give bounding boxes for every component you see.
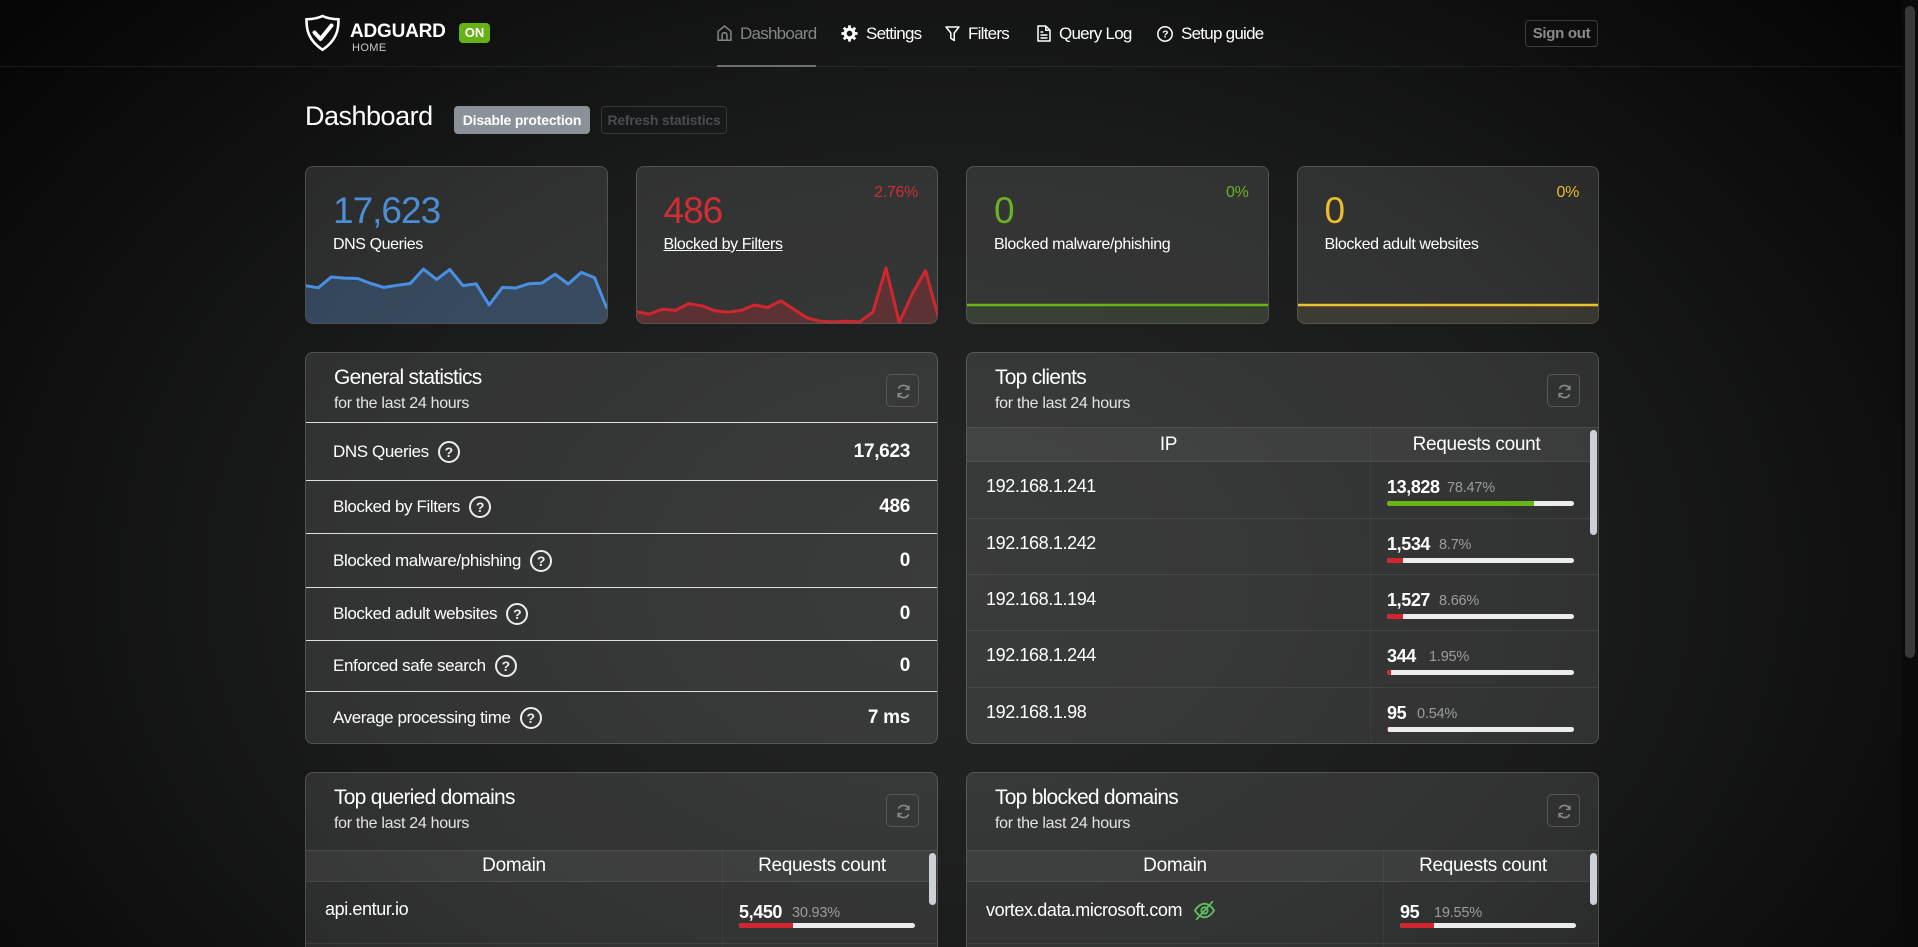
svg-text:?: ? xyxy=(1162,28,1168,40)
